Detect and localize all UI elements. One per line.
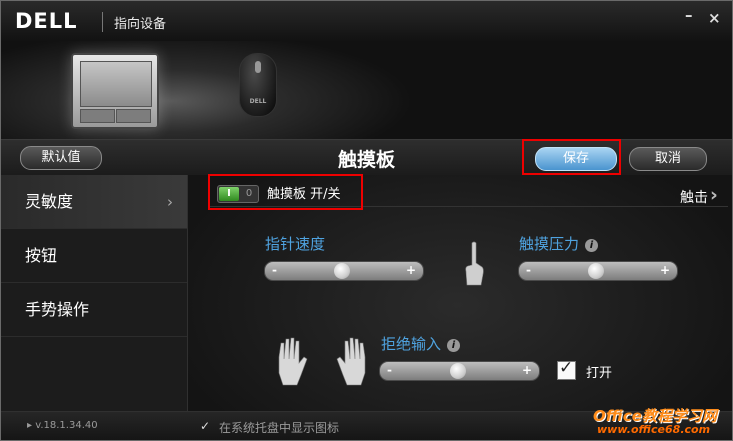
pointer-speed-label: 指针速度 <box>265 235 326 253</box>
touch-pressure-text: 触摸压力 <box>519 235 580 253</box>
touch-pressure-label: 触摸压力 i <box>519 233 599 254</box>
tray-icon-checkbox[interactable]: ✓ <box>200 419 212 433</box>
sidebar-item-buttons[interactable]: 按钮 <box>1 229 187 283</box>
slider-thumb[interactable] <box>449 363 466 379</box>
touchpad-toggle-label: 触摸板 开/关 <box>267 187 341 202</box>
minus-icon[interactable]: - <box>387 362 392 379</box>
mouse-device-icon[interactable]: DELL <box>239 53 277 117</box>
slider-thumb[interactable] <box>334 263 351 279</box>
enable-palm-rejection-label: 打开 <box>586 366 613 381</box>
chevron-right-icon: › <box>167 193 173 211</box>
minimize-button[interactable]: – <box>685 6 693 24</box>
checkmark-icon: ✓ <box>559 358 574 378</box>
minus-icon[interactable]: - <box>526 262 531 279</box>
sidebar-item-gestures[interactable]: 手势操作 <box>1 283 187 337</box>
pointer-speed-slider[interactable]: - + <box>264 261 424 281</box>
page-title: 触摸板 <box>337 149 395 171</box>
tray-icon-label: 在系统托盘中显示图标 <box>219 421 340 435</box>
title-divider <box>102 12 103 32</box>
palms-icon <box>278 337 366 386</box>
info-icon[interactable]: i <box>585 239 599 252</box>
plus-icon[interactable]: + <box>406 262 416 279</box>
sidebar-item-label: 灵敏度 <box>25 192 74 211</box>
sidebar-item-sensitivity[interactable]: 灵敏度 › <box>1 175 187 229</box>
touchpad-left-button <box>80 109 115 123</box>
slider-thumb[interactable] <box>588 263 605 279</box>
plus-icon[interactable]: + <box>522 362 532 379</box>
device-selector: DELL <box>1 41 732 139</box>
finger-pointer-icon <box>465 241 484 286</box>
plus-icon[interactable]: + <box>660 262 670 279</box>
save-button[interactable]: 保存 <box>535 147 617 171</box>
version-label: ▸ v.18.1.34.40 <box>27 420 98 431</box>
sidebar-item-label: 手势操作 <box>25 300 90 319</box>
toggle-on-indicator: I <box>219 187 239 201</box>
touchpad-toggle-switch[interactable]: I 0 <box>217 185 259 203</box>
toggle-off-indicator: 0 <box>245 188 253 199</box>
sensitivity-panel: I 0 触摸板 开/关 触击 › 指针速度 - + 触摸压力 i - + 拒绝输… <box>188 175 732 411</box>
minus-icon[interactable]: - <box>272 262 277 279</box>
palm-rejection-label: 拒绝输入 i <box>381 333 461 354</box>
sidebar-item-label: 按钮 <box>25 246 58 265</box>
palm-rejection-text: 拒绝输入 <box>381 335 442 353</box>
palm-rejection-slider[interactable]: - + <box>379 361 540 381</box>
cancel-button[interactable]: 取消 <box>629 147 707 171</box>
pointing-device-window: DELL 指向设备 – × DELL 触摸板 默认值 保存 取消 灵敏度 › 按… <box>0 0 733 441</box>
sidebar: 灵敏度 › 按钮 手势操作 <box>1 175 188 411</box>
touchpad-device-icon[interactable] <box>71 53 159 129</box>
chevron-right-icon[interactable]: › <box>710 184 718 206</box>
touchpad-surface <box>80 61 152 107</box>
default-button[interactable]: 默认值 <box>20 146 102 170</box>
title-bar: DELL 指向设备 – × <box>1 1 732 41</box>
info-icon[interactable]: i <box>447 339 461 352</box>
mouse-wheel <box>255 61 261 73</box>
close-button[interactable]: × <box>708 9 721 27</box>
status-bar: ▸ v.18.1.34.40 ✓ 在系统托盘中显示图标 <box>1 411 732 440</box>
window-title: 指向设备 <box>114 17 167 32</box>
tap-settings-link[interactable]: 触击 <box>680 187 708 207</box>
enable-palm-rejection-checkbox[interactable]: ✓ <box>557 358 576 380</box>
touch-pressure-slider[interactable]: - + <box>518 261 678 281</box>
mouse-brand-label: DELL <box>249 98 267 105</box>
header-row: 触摸板 默认值 保存 取消 <box>1 139 732 176</box>
touchpad-right-button <box>116 109 151 123</box>
touchpad-toggle-row: I 0 触摸板 开/关 触击 › <box>208 180 728 207</box>
dell-logo: DELL <box>15 9 78 33</box>
version-text: v.18.1.34.40 <box>35 420 98 431</box>
